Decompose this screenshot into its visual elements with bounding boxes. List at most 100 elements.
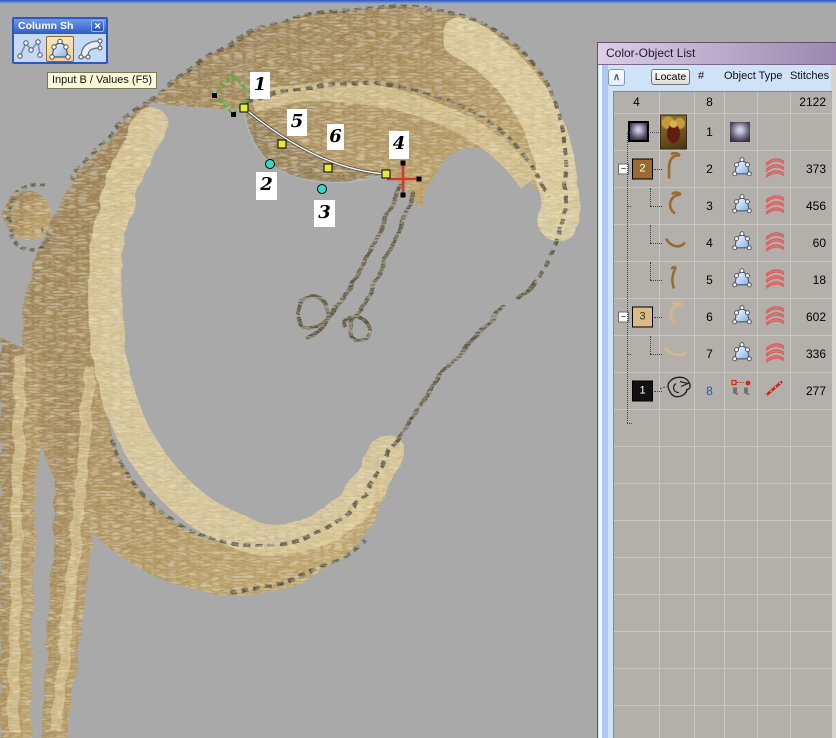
object-type-bitmap-icon xyxy=(730,122,750,142)
design-top-wing xyxy=(150,6,566,228)
input-c-icon xyxy=(77,38,103,60)
shape-thumb xyxy=(660,225,690,262)
panel-left-gutter xyxy=(599,65,608,738)
satin-stitch-icon xyxy=(763,267,787,294)
manual-stitch-icon xyxy=(730,380,752,403)
window-top-edge xyxy=(0,0,836,4)
point-label-3: 3 xyxy=(314,200,335,227)
stitch-count: 18 xyxy=(790,273,826,287)
summary-stitch-count: 2122 xyxy=(790,95,826,109)
embroidery-design xyxy=(0,6,566,738)
empty-row xyxy=(614,484,832,521)
object-row-3[interactable]: 3 456 xyxy=(614,188,832,225)
shape-thumb xyxy=(660,151,690,188)
column-header-stitches: Stitches xyxy=(790,70,829,82)
empty-row xyxy=(614,447,832,484)
input-b-button[interactable] xyxy=(46,36,74,62)
tree-line xyxy=(627,132,628,423)
object-table: 4 8 2122 1 − 2 xyxy=(613,91,832,738)
shape-thumb xyxy=(660,188,690,225)
color-object-list-panel: Color-Object List ∧ Locate # Object Type… xyxy=(597,42,836,738)
app-window: { "toolbar": { "title": "Column Sh", "cl… xyxy=(0,0,836,738)
satin-stitch-icon xyxy=(763,304,787,331)
object-row-6[interactable]: − 3 6 xyxy=(614,299,832,336)
close-icon[interactable]: ✕ xyxy=(91,20,104,32)
object-row-4[interactable]: 4 60 xyxy=(614,225,832,262)
column-b-icon xyxy=(730,194,754,219)
node-1[interactable] xyxy=(240,104,248,112)
column-header-number: # xyxy=(698,70,704,82)
stitch-count: 602 xyxy=(790,310,826,324)
panel-header: ∧ Locate # Object Type Stitches xyxy=(598,65,836,91)
node-6[interactable] xyxy=(324,164,332,172)
color-swatch-2[interactable]: 2 xyxy=(632,159,653,180)
object-row-7[interactable]: 7 336 xyxy=(614,336,832,373)
node-5[interactable] xyxy=(278,140,286,148)
object-number: 4 xyxy=(695,236,724,250)
input-a-button[interactable] xyxy=(16,36,44,62)
stitch-count: 60 xyxy=(790,236,826,250)
input-c-button[interactable] xyxy=(76,36,104,62)
node-3[interactable] xyxy=(318,185,327,194)
stitch-count: 336 xyxy=(790,347,826,361)
summary-color-count: 4 xyxy=(614,95,659,109)
object-row-5[interactable]: 5 18 xyxy=(614,262,832,299)
node-4[interactable] xyxy=(382,170,390,178)
panel-titlebar[interactable]: Color-Object List xyxy=(598,43,836,65)
object-row-2[interactable]: − 2 2 xyxy=(614,151,832,188)
summary-object-count: 8 xyxy=(695,95,724,109)
shape-thumb xyxy=(660,336,690,373)
empty-row xyxy=(614,669,832,706)
empty-row xyxy=(614,521,832,558)
object-number: 7 xyxy=(695,347,724,361)
satin-stitch-icon xyxy=(763,230,787,257)
point-label-5: 5 xyxy=(287,109,307,136)
stitch-count: 277 xyxy=(790,384,826,398)
runstitch-hairpin-b xyxy=(344,194,414,339)
empty-row xyxy=(614,558,832,595)
input-b-icon xyxy=(47,38,73,60)
shape-thumb xyxy=(660,262,690,299)
satin-stitch-icon xyxy=(763,341,787,368)
tooltip: Input B / Values (F5) xyxy=(47,72,157,89)
object-number: 3 xyxy=(695,199,724,213)
design-pale-inner xyxy=(105,125,388,540)
object-number: 2 xyxy=(695,162,724,176)
handle-black-2[interactable] xyxy=(231,112,236,117)
empty-row xyxy=(614,632,832,669)
collapse-button[interactable]: ∧ xyxy=(608,69,625,86)
empty-row xyxy=(614,410,832,447)
column-b-icon xyxy=(730,231,754,256)
design-left-curl-blob xyxy=(3,191,51,239)
runstitch-long-sweep xyxy=(397,308,505,442)
stitch-count: 456 xyxy=(790,199,826,213)
handle-black-1[interactable] xyxy=(212,93,217,98)
locate-button[interactable]: Locate xyxy=(651,69,690,85)
column-header-object-type: Object Type xyxy=(724,70,783,82)
bitmap-large-thumb xyxy=(660,115,687,150)
summary-row: 4 8 2122 xyxy=(614,92,832,114)
node-2[interactable] xyxy=(266,160,275,169)
shape-thumb xyxy=(660,299,690,336)
object-number: 5 xyxy=(695,273,724,287)
object-row-8[interactable]: 1 8 xyxy=(614,373,832,410)
object-number: 1 xyxy=(695,125,724,139)
shape-thumb-outline xyxy=(660,374,692,409)
toolbar-title: Column Sh xyxy=(18,20,73,32)
point-label-4: 4 xyxy=(389,131,409,159)
satin-stitch-icon xyxy=(763,156,787,183)
point-label-2: 2 xyxy=(256,172,277,200)
color-swatch-1[interactable]: 1 xyxy=(632,381,653,402)
runstitch-gap-piece xyxy=(518,282,536,298)
object-row-1[interactable]: 1 xyxy=(614,114,832,151)
object-number-selected: 8 xyxy=(695,384,724,398)
run-stitch-icon xyxy=(763,379,785,404)
color-swatch-3[interactable]: 3 xyxy=(632,307,653,328)
stitch-count: 373 xyxy=(790,162,826,176)
empty-row xyxy=(614,706,832,738)
toolbar-titlebar[interactable]: Column Sh ✕ xyxy=(14,19,106,34)
point-label-1: 1 xyxy=(250,72,270,99)
column-b-icon xyxy=(730,157,754,182)
column-b-icon xyxy=(730,342,754,367)
satin-stitch-icon xyxy=(763,193,787,220)
